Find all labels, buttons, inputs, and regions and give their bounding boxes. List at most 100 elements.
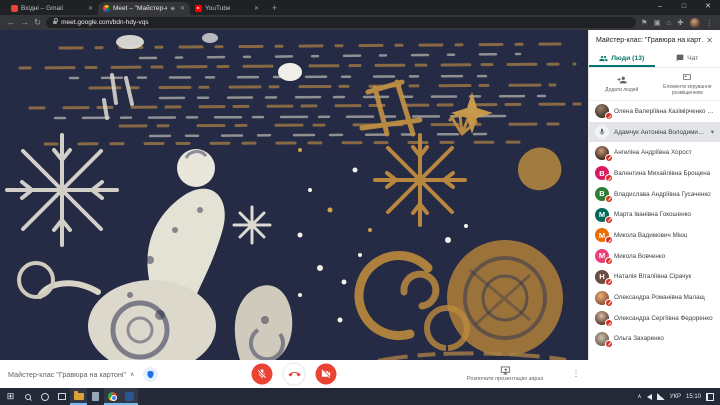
tab-audio-icon[interactable] bbox=[170, 5, 177, 12]
participant-row[interactable]: М Микола Вадимович Міюц bbox=[589, 225, 720, 246]
mic-off-badge bbox=[604, 236, 613, 245]
participant-name: Адамчук Антоніна Володими… bbox=[614, 128, 705, 136]
new-tab-button[interactable]: + bbox=[272, 3, 277, 15]
gmail-favicon-icon bbox=[11, 5, 18, 12]
add-people-button[interactable]: Додати людей bbox=[589, 75, 655, 93]
camera-off-icon bbox=[321, 369, 331, 379]
shield-icon bbox=[147, 370, 154, 378]
search-button[interactable] bbox=[19, 388, 36, 405]
cast-icon[interactable]: ▣ bbox=[654, 18, 661, 27]
participant-row[interactable]: Олександра Сергіївна Федоренко bbox=[589, 308, 720, 329]
participant-row[interactable]: Ангеліна Андріївна Хорост bbox=[589, 142, 720, 163]
meet-favicon-icon bbox=[103, 5, 110, 12]
tab-people[interactable]: Люди (13) bbox=[589, 49, 655, 67]
participant-row[interactable]: В Валентина Михайлівна Брощена bbox=[589, 163, 720, 184]
shared-video bbox=[0, 30, 588, 360]
tab-close-icon[interactable]: ✕ bbox=[254, 5, 259, 12]
phone-hangup-icon bbox=[288, 371, 300, 376]
people-tab-label: Люди (13) bbox=[611, 54, 645, 62]
host-controls-button[interactable]: Елементи керування розміщенням bbox=[655, 72, 720, 97]
participant-name: Олександра Романівна Малащ bbox=[614, 294, 705, 302]
tab-title: Meet – "Майстер-клас "Грав…" bbox=[113, 5, 167, 12]
participant-row-self[interactable]: Адамчук Антоніна Володими… ▾ bbox=[589, 121, 720, 143]
hidden-icons-chevron[interactable]: ∧ bbox=[637, 393, 641, 400]
tab-close-icon[interactable]: ✕ bbox=[88, 5, 93, 12]
system-tray: ∧ УКР 15:10 bbox=[637, 392, 718, 401]
tab-meet[interactable]: Meet – "Майстер-клас "Грав…" ✕ bbox=[98, 2, 190, 15]
reload-icon[interactable]: ↻ bbox=[34, 18, 41, 27]
cortana-button[interactable] bbox=[36, 388, 53, 405]
participant-row[interactable]: Олена Валеріївна Казімірченко (ві… bbox=[589, 101, 720, 122]
url-text[interactable]: meet.google.com/bdn-hdy-vqs bbox=[61, 19, 148, 26]
mic-off-badge bbox=[604, 153, 613, 162]
mic-off-badge bbox=[604, 257, 613, 266]
tab-gmail[interactable]: Вхідні – Gmail ✕ bbox=[6, 2, 98, 15]
meeting-title: Майстер-клас: "Гравюра на карт… bbox=[596, 37, 704, 44]
forward-icon[interactable]: → bbox=[21, 18, 30, 27]
present-now-button[interactable]: Розпочати презентацію зараз bbox=[467, 366, 543, 382]
close-panel-icon[interactable]: ✕ bbox=[706, 36, 713, 45]
extensions-icon[interactable]: ✚ bbox=[677, 18, 683, 27]
chrome-button[interactable] bbox=[104, 388, 121, 405]
search-icon bbox=[24, 393, 31, 400]
window-controls: – □ ✕ bbox=[648, 0, 720, 14]
camera-toggle-button[interactable] bbox=[315, 363, 337, 385]
participant-name: Олександра Сергіївна Федоренко bbox=[614, 314, 713, 322]
tab-title: Вхідні – Gmail bbox=[21, 5, 63, 12]
mic-off-badge bbox=[604, 319, 613, 328]
avatar: М bbox=[595, 207, 613, 224]
chevron-up-icon[interactable]: ∧ bbox=[130, 371, 134, 378]
mic-off-badge bbox=[604, 339, 613, 348]
tab-chat[interactable]: Чат bbox=[655, 49, 720, 67]
tab-close-icon[interactable]: ✕ bbox=[180, 5, 185, 12]
avatar bbox=[595, 311, 613, 328]
browser-menu-icon[interactable]: ⋮ bbox=[706, 18, 714, 27]
calculator-button[interactable] bbox=[87, 388, 104, 405]
close-window-button[interactable]: ✕ bbox=[696, 0, 720, 14]
chat-tab-label: Чат bbox=[687, 54, 699, 62]
chevron-down-icon[interactable]: ▾ bbox=[711, 128, 714, 136]
engraving-artwork bbox=[0, 30, 588, 360]
screen: Вхідні – Gmail ✕ Meet – "Майстер-клас "Г… bbox=[0, 0, 720, 405]
keyboard-language[interactable]: УКР bbox=[670, 394, 681, 400]
volume-icon[interactable] bbox=[646, 393, 652, 400]
avatar bbox=[595, 290, 613, 307]
participant-row[interactable]: Олександра Романівна Малащ bbox=[589, 287, 720, 308]
host-controls-icon bbox=[683, 73, 691, 80]
mic-toggle-button[interactable] bbox=[251, 363, 273, 385]
bookmark-flag-icon[interactable]: ⚑ bbox=[641, 18, 648, 27]
task-view-button[interactable] bbox=[53, 388, 70, 405]
participant-row[interactable]: В Владислава Андріївна Гусаченко bbox=[589, 184, 720, 205]
participant-row[interactable]: Н Наталія Віталіївна Сірачук bbox=[589, 267, 720, 288]
host-shield-button[interactable] bbox=[143, 366, 159, 382]
file-explorer-button[interactable] bbox=[70, 388, 87, 405]
chrome-icon bbox=[108, 392, 117, 401]
hangup-button[interactable] bbox=[283, 363, 305, 385]
address-bar[interactable]: meet.google.com/bdn-hdy-vqs bbox=[46, 17, 636, 28]
browser-tabstrip: Вхідні – Gmail ✕ Meet – "Майстер-клас "Г… bbox=[0, 0, 720, 15]
folder-icon bbox=[73, 391, 84, 400]
mic-off-badge bbox=[604, 298, 613, 307]
minimize-button[interactable]: – bbox=[648, 0, 672, 14]
meeting-name[interactable]: Майстер-клас "Гравюра на картоні" bbox=[8, 370, 126, 379]
host-controls-label: Елементи керування розміщенням bbox=[663, 83, 712, 96]
network-icon[interactable] bbox=[656, 393, 665, 400]
tab-title: YouTube bbox=[205, 5, 231, 12]
tab-youtube[interactable]: YouTube ✕ bbox=[190, 2, 264, 15]
participant-row[interactable]: М Микола Вовченко bbox=[589, 246, 720, 267]
participant-row[interactable]: М Марта Іванівна Гокошенко bbox=[589, 204, 720, 225]
back-icon[interactable]: ← bbox=[7, 18, 16, 27]
clock[interactable]: 15:10 bbox=[686, 394, 701, 400]
participant-row[interactable]: Ольга Захаренко bbox=[589, 329, 720, 350]
mic-off-badge bbox=[604, 215, 613, 224]
maximize-button[interactable]: □ bbox=[672, 0, 696, 14]
more-options-icon[interactable]: ⋮ bbox=[572, 370, 580, 379]
participant-name: Марта Іванівна Гокошенко bbox=[614, 211, 691, 219]
avatar: М bbox=[595, 228, 613, 245]
action-center-icon[interactable] bbox=[706, 392, 714, 401]
start-button[interactable]: ⊞ bbox=[2, 388, 19, 405]
profile-avatar[interactable] bbox=[689, 17, 700, 28]
home-icon[interactable]: ⌂ bbox=[667, 18, 672, 27]
blue-app-button[interactable] bbox=[121, 388, 138, 405]
task-view-icon bbox=[57, 393, 66, 400]
